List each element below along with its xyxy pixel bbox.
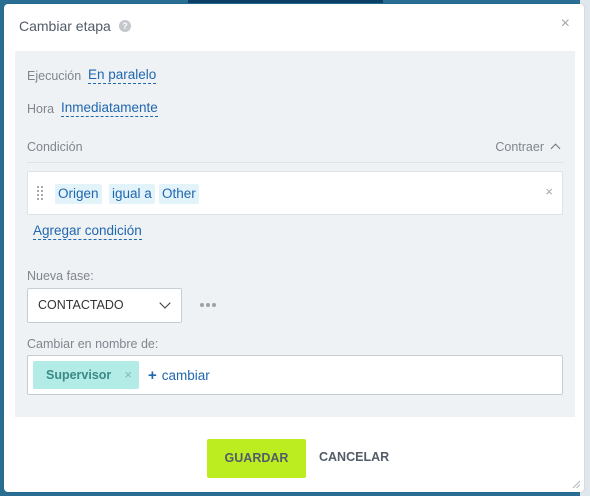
time-label: Hora	[27, 102, 55, 116]
cancel-button[interactable]: CANCELAR	[319, 450, 389, 464]
chevron-up-icon	[550, 143, 561, 154]
close-icon[interactable]: ×	[561, 16, 570, 32]
dialog-title: Cambiar etapa	[19, 18, 111, 34]
collapse-label: Contraer	[495, 140, 544, 154]
change-stage-dialog: Cambiar etapa ? × Ejecución En paralelo …	[4, 4, 584, 492]
plus-icon: +	[148, 367, 157, 384]
remove-condition-icon[interactable]: ×	[545, 184, 553, 199]
change-user-link[interactable]: + cambiar	[148, 367, 210, 384]
on-behalf-label: Cambiar en nombre de:	[27, 337, 159, 351]
collapse-condition-button[interactable]: Contraer	[495, 140, 561, 154]
condition-value-chip[interactable]: Other	[159, 184, 199, 204]
condition-title: Condición	[27, 140, 83, 154]
resize-handle-icon[interactable]	[572, 480, 580, 488]
condition-field-chip[interactable]: Origen	[55, 184, 102, 204]
new-phase-select[interactable]: CONTACTADO	[27, 288, 182, 323]
on-behalf-field: Supervisor × + cambiar	[27, 355, 563, 395]
chevron-down-icon	[159, 297, 171, 309]
save-button[interactable]: GUARDAR	[207, 439, 306, 478]
add-condition-link[interactable]: Agregar condición	[33, 223, 142, 240]
divider	[27, 162, 563, 163]
new-phase-selected-value: CONTACTADO	[38, 298, 124, 312]
question-circle-icon[interactable]: ?	[119, 20, 131, 32]
user-chip: Supervisor ×	[33, 361, 139, 389]
execution-label: Ejecución	[27, 69, 82, 83]
new-phase-label: Nueva fase:	[27, 269, 94, 283]
settings-panel: Ejecución En paralelo Hora Inmediatament…	[15, 51, 575, 417]
condition-operator-chip[interactable]: igual a	[109, 184, 155, 204]
change-user-label: cambiar	[161, 368, 210, 383]
execution-value-link[interactable]: En paralelo	[88, 67, 157, 84]
drag-handle-icon[interactable]	[37, 186, 43, 200]
remove-user-icon[interactable]: ×	[124, 367, 132, 382]
user-chip-label: Supervisor	[46, 368, 112, 382]
more-options-icon[interactable]	[200, 303, 218, 307]
time-value-link[interactable]: Inmediatamente	[61, 100, 158, 117]
background-app-strip	[188, 0, 383, 3]
condition-row: Origen igual a Other ×	[27, 171, 563, 215]
